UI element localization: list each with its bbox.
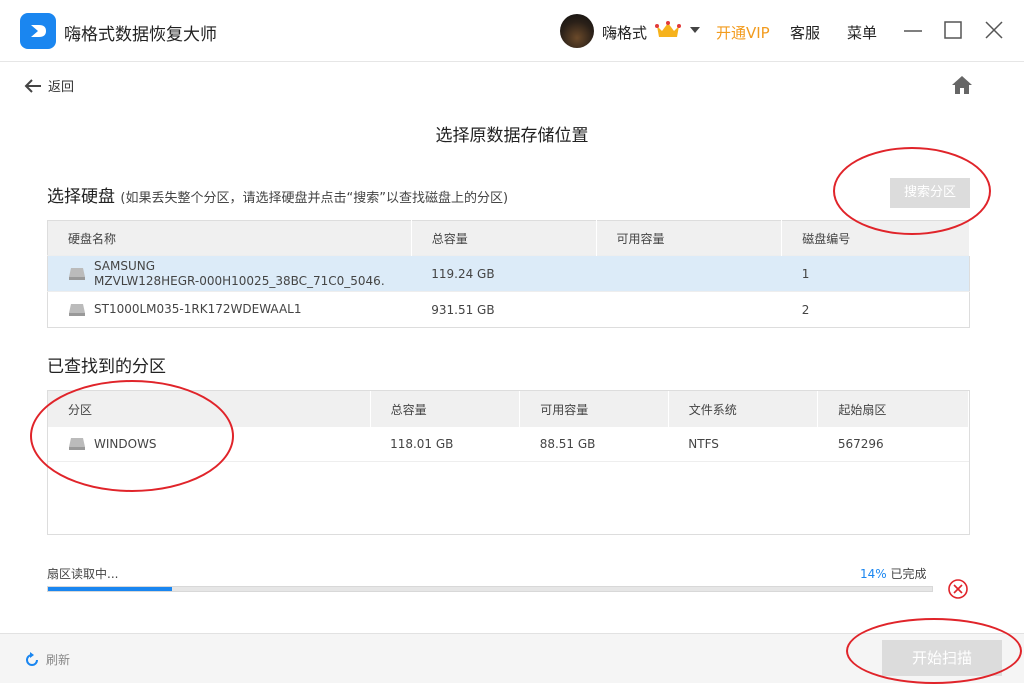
home-icon[interactable]	[950, 74, 974, 100]
disk-free	[596, 291, 782, 328]
column-header[interactable]: 可用容量	[596, 220, 783, 256]
disk-row[interactable]: ST1000LM035-1RK172WDEWAAL1 931.51 GB 2	[47, 291, 970, 328]
disk-total: 119.24 GB	[411, 255, 597, 292]
refresh-label: 刷新	[46, 653, 71, 667]
avatar[interactable]	[560, 14, 594, 48]
app-title: 嗨格式数据恢复大师	[64, 25, 217, 45]
start-scan-button[interactable]: 开始扫描	[882, 640, 1002, 676]
column-header[interactable]: 可用容量	[519, 391, 669, 427]
partition-free: 88.51 GB	[519, 427, 669, 462]
back-label: 返回	[48, 80, 75, 95]
hard-drive-icon	[69, 267, 85, 280]
disk-id: 2	[781, 291, 970, 328]
disk-total: 931.51 GB	[411, 291, 597, 328]
account-dropdown-icon[interactable]	[690, 27, 700, 33]
menu-link[interactable]: 菜单	[847, 22, 877, 43]
column-header[interactable]: 分区	[48, 391, 371, 427]
partition-fs: NTFS	[668, 427, 818, 462]
progress-percent-value: 14%	[860, 567, 887, 581]
hard-drive-icon	[69, 303, 85, 316]
disk-id: 1	[781, 255, 970, 292]
disk-free	[596, 255, 782, 292]
app-logo-icon	[20, 13, 56, 49]
column-header[interactable]: 硬盘名称	[47, 220, 412, 256]
refresh-button[interactable]: 刷新	[24, 651, 70, 668]
maximize-icon[interactable]	[941, 18, 965, 42]
column-header[interactable]: 起始扇区	[817, 391, 969, 427]
crown-icon	[655, 20, 681, 44]
username[interactable]: 嗨格式	[602, 22, 647, 43]
progress-label: 扇区读取中...	[47, 567, 119, 581]
progress-percent: 14% 已完成	[860, 565, 927, 582]
minimize-icon[interactable]	[901, 18, 925, 42]
column-header[interactable]: 文件系统	[668, 391, 819, 427]
disk-row[interactable]: SAMSUNG MZVLW128HEGR-000H10025_38BC_71C0…	[47, 255, 970, 292]
partition-icon	[69, 438, 85, 450]
progress-bar	[47, 586, 933, 592]
title-bar: 嗨格式数据恢复大师 嗨格式 开通VIP 客服 菜单	[0, 0, 1024, 62]
progress-bar-fill	[48, 587, 172, 591]
disk-section-hint: (如果丢失整个分区，请选择硬盘并点击“搜索”以查找磁盘上的分区)	[120, 191, 509, 206]
partition-table-container: 分区 总容量 可用容量 文件系统 起始扇区 WINDOWS 118.01 GB …	[47, 390, 970, 535]
disk-table: 硬盘名称 总容量 可用容量 磁盘编号 SAMSUNG MZVLW128HEGR-…	[47, 220, 970, 328]
column-header[interactable]: 总容量	[370, 391, 521, 427]
disk-name: ST1000LM035-1RK172WDEWAAL1	[94, 302, 302, 316]
partition-name: WINDOWS	[94, 437, 157, 451]
search-partition-button[interactable]: 搜索分区	[890, 178, 970, 208]
close-icon[interactable]	[982, 18, 1006, 42]
column-header[interactable]: 总容量	[411, 220, 597, 256]
partition-start-sector: 567296	[817, 427, 969, 462]
progress-done-label: 已完成	[890, 567, 927, 581]
disk-name: SAMSUNG	[94, 258, 156, 273]
partition-table-header: 分区 总容量 可用容量 文件系统 起始扇区	[48, 391, 969, 427]
footer-bar	[0, 633, 1024, 683]
refresh-icon	[26, 651, 38, 666]
partition-row[interactable]: WINDOWS 118.01 GB 88.51 GB NTFS 567296	[48, 427, 969, 462]
partition-table: 分区 总容量 可用容量 文件系统 起始扇区 WINDOWS 118.01 GB …	[48, 391, 969, 462]
disk-table-header: 硬盘名称 总容量 可用容量 磁盘编号	[47, 220, 970, 256]
back-button[interactable]: 返回	[24, 76, 74, 95]
vip-link[interactable]: 开通VIP	[716, 22, 770, 43]
page-title: 选择原数据存储位置	[435, 126, 589, 146]
disk-name-detail: MZVLW128HEGR-000H10025_38BC_71C0_5046.	[94, 273, 385, 288]
partition-total: 118.01 GB	[370, 427, 520, 462]
back-arrow-icon	[24, 78, 41, 93]
column-header[interactable]: 磁盘编号	[781, 220, 970, 256]
cancel-scan-icon[interactable]	[947, 578, 969, 604]
disk-section-title: 选择硬盘	[47, 187, 115, 207]
disk-section-heading: 选择硬盘 (如果丢失整个分区，请选择硬盘并点击“搜索”以查找磁盘上的分区)	[47, 182, 508, 207]
partition-section-title: 已查找到的分区	[47, 357, 166, 377]
customer-service-link[interactable]: 客服	[790, 22, 820, 43]
